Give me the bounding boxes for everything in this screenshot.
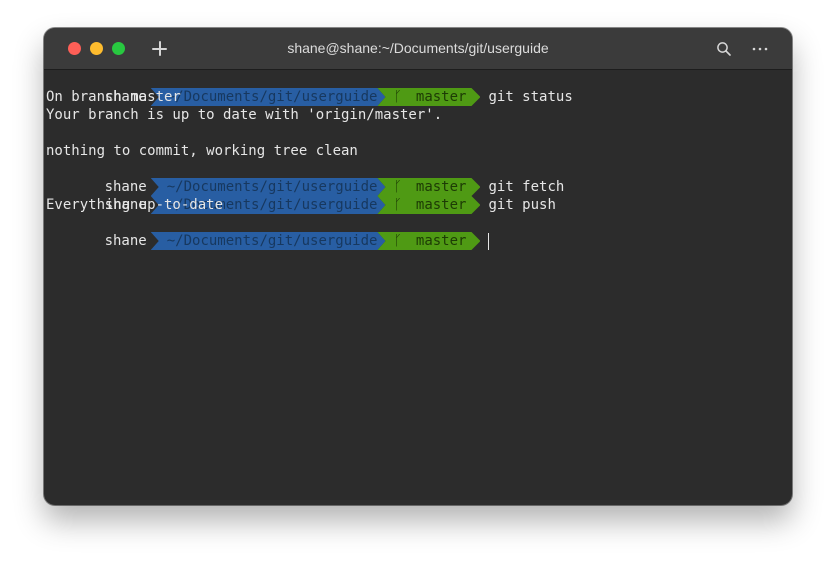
git-branch-icon: ᚴ (393, 233, 402, 249)
close-button[interactable] (68, 42, 81, 55)
minimize-button[interactable] (90, 42, 103, 55)
prompt-user: shane (96, 232, 151, 250)
maximize-button[interactable] (112, 42, 125, 55)
output-line: Your branch is up to date with 'origin/m… (46, 107, 443, 123)
prompt-branch: master (415, 233, 467, 249)
terminal-output[interactable]: shane ~/Documents/git/userguide ᚴ master gi… (46, 70, 790, 503)
prompt-path: ~/Documents/git/userguide (151, 232, 386, 250)
prompt-line: shane ~/Documents/git/userguide ᚴ master gi… (46, 70, 790, 106)
output-line: Everything up-to-date (46, 197, 224, 213)
terminal-window: shane@shane:~/Documents/git/userguide sh… (44, 28, 792, 505)
search-icon[interactable] (716, 41, 732, 57)
title-bar: shane@shane:~/Documents/git/userguide (44, 28, 792, 70)
output-line: nothing to commit, working tree clean (46, 143, 358, 159)
prompt-line-active: shane ~/Documents/git/userguide ᚴ master (46, 214, 790, 250)
prompt-line: shane ~/Documents/git/userguide ᚴ master gi… (46, 160, 790, 196)
output-line: On branch master (46, 89, 181, 105)
more-icon[interactable] (751, 41, 769, 57)
text-cursor[interactable] (488, 233, 490, 250)
new-tab-plus-icon[interactable] (151, 40, 169, 58)
prompt-git-segment: ᚴ master (377, 232, 480, 250)
prompt-line: shane ~/Documents/git/userguide ᚴ master gi… (46, 178, 790, 214)
